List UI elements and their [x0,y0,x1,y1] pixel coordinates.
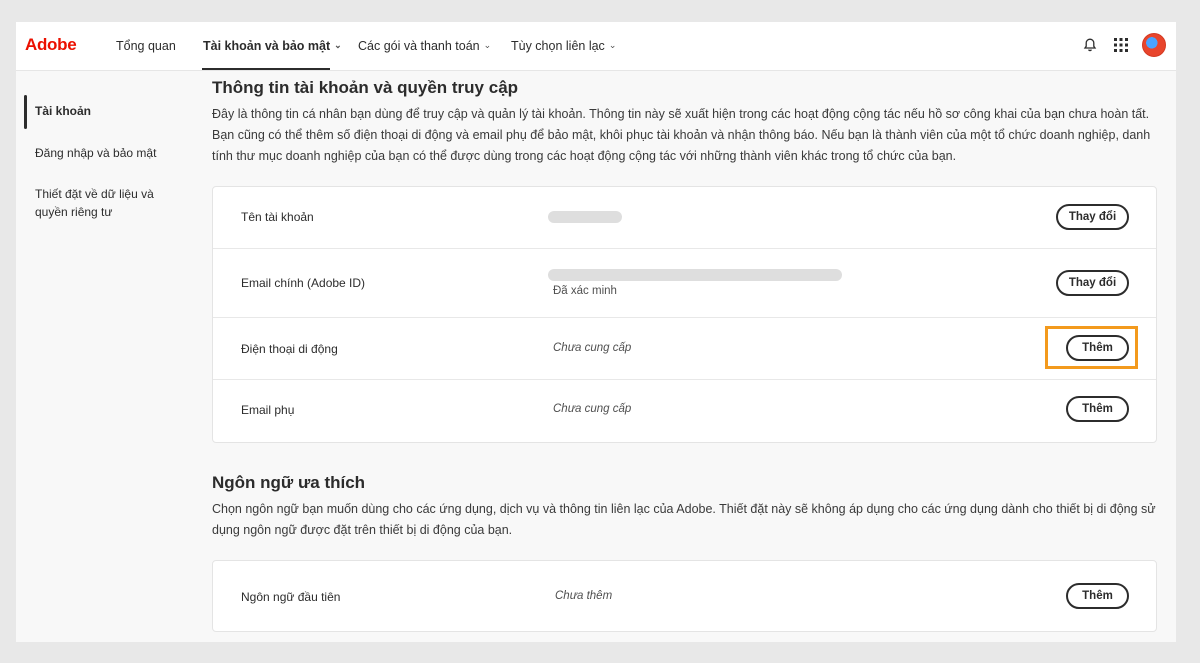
highlight-box [1045,326,1138,369]
row-value: Chưa cung cấp [553,342,632,354]
chevron-down-icon: ⌄ [483,39,492,50]
apps-grid-icon[interactable] [1110,34,1132,56]
row-label: Ngôn ngữ đầu tiên [241,590,341,604]
change-primary-email-button[interactable]: Thay đổi [1056,270,1129,296]
account-section-title: Thông tin tài khoản và quyền truy cập [212,78,519,97]
language-card: Ngôn ngữ đầu tiên Chưa thêm Thêm [212,560,1157,632]
sidebar-item-data-privacy[interactable]: Thiết đặt về dữ liệu và quyền riêng tư [35,185,185,221]
account-row-name: Tên tài khoản Thay đổi [213,187,1156,249]
redacted-value [548,269,842,281]
nav-plans-payment-label: Các gói và thanh toán [358,39,480,53]
account-row-primary-email: Email chính (Adobe ID) Đã xác minh Thay … [213,249,1156,318]
redacted-value [548,211,622,223]
nav-overview[interactable]: Tổng quan [116,37,176,55]
add-secondary-email-button[interactable]: Thêm [1066,396,1129,422]
nav-plans-payment[interactable]: Các gói và thanh toán ⌄ [358,37,491,55]
top-navigation-bar: Adobe Tổng quan Tài khoản và bảo mật ⌄ C… [16,22,1176,71]
user-avatar[interactable] [1142,33,1166,57]
row-label: Điện thoại di động [241,342,338,356]
nav-communication-preferences[interactable]: Tùy chọn liên lạc ⌄ [511,37,616,55]
adobe-logo[interactable]: Adobe [25,35,77,55]
row-label: Email phụ [241,403,295,417]
row-label: Email chính (Adobe ID) [241,276,366,290]
chevron-down-icon: ⌄ [334,39,342,50]
language-section-title: Ngôn ngữ ưa thích [212,473,366,492]
account-row-secondary-email: Email phụ Chưa cung cấp Thêm [213,380,1156,441]
app-window: Adobe Tổng quan Tài khoản và bảo mật ⌄ C… [16,22,1176,642]
bell-icon[interactable] [1079,34,1101,56]
active-tab-indicator [202,68,330,70]
sidebar-active-indicator [24,95,27,129]
account-section-description: Đây là thông tin cá nhân bạn dùng để tru… [212,107,1151,163]
nav-account-security[interactable]: Tài khoản và bảo mật ⌄ [203,37,342,55]
nav-communication-preferences-label: Tùy chọn liên lạc [511,39,605,53]
nav-overview-label: Tổng quan [116,39,176,53]
nav-account-security-label: Tài khoản và bảo mật [203,39,331,53]
language-section-description: Chọn ngôn ngữ bạn muốn dùng cho các ứng … [212,502,1156,537]
change-account-name-button[interactable]: Thay đổi [1056,204,1129,230]
row-value: Chưa thêm [555,590,613,602]
row-label: Tên tài khoản [241,210,314,224]
add-first-language-button[interactable]: Thêm [1066,583,1129,609]
account-row-mobile-phone: Điện thoại di động Chưa cung cấp Thêm [213,318,1156,380]
email-verified-status: Đã xác minh [553,285,617,297]
sidebar-item-account[interactable]: Tài khoản [35,102,185,120]
account-info-card: Tên tài khoản Thay đổi Email chính (Adob… [212,186,1157,443]
row-value: Chưa cung cấp [553,403,632,415]
language-row-first: Ngôn ngữ đầu tiên Chưa thêm Thêm [213,561,1156,631]
chevron-down-icon: ⌄ [608,39,617,50]
sidebar-item-login-security[interactable]: Đăng nhập và bảo mật [35,144,185,162]
